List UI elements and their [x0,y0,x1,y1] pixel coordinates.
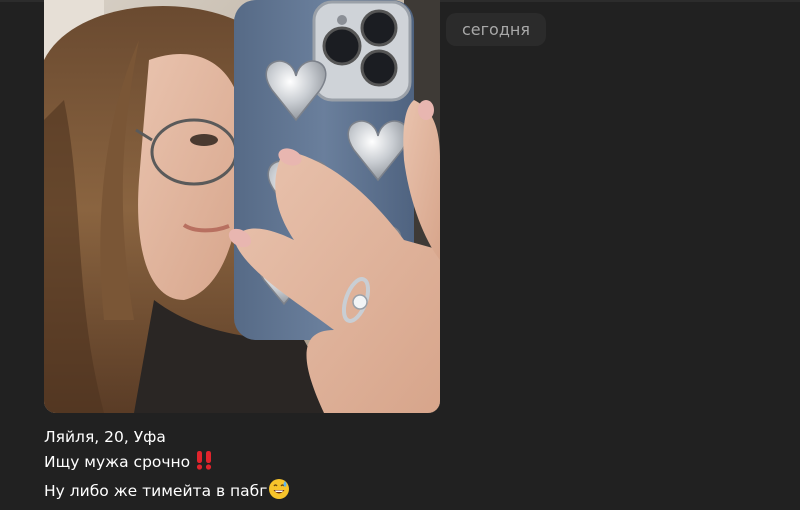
caption-line-3-text: Ну либо же тимейта в пабг [44,482,268,500]
date-divider: сегодня [446,13,546,46]
double-exclamation-emoji-icon [194,450,214,478]
caption-line-3: Ну либо же тимейта в пабг [44,478,544,508]
caption-line-2-text: Ищу мужа срочно [44,453,191,471]
caption-line-2: Ищу мужа срочно [44,450,544,478]
caption-line-1: Ляйля, 20, Уфа [44,428,166,446]
grinning-sweat-emoji-icon [268,478,290,508]
message-photo[interactable] [44,0,440,413]
chat-view: сегодня Ляйля, 20, Уфа Ищу мужа срочно Н… [0,0,800,510]
message-caption: Ляйля, 20, Уфа Ищу мужа срочно Ну либо ж… [44,425,544,508]
